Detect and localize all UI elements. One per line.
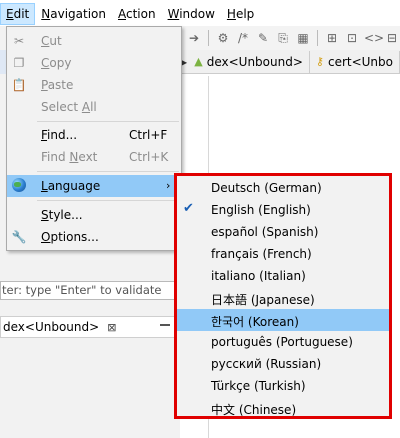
language-item-english[interactable]: ✔ English (English) (177, 199, 389, 221)
comment-icon[interactable]: /* (235, 30, 251, 46)
globe-icon (11, 178, 27, 194)
language-item-turkish[interactable]: Türkçe (Turkish) (177, 375, 389, 397)
forward-arrow-icon[interactable]: ➔ (186, 30, 202, 46)
code-icon[interactable]: <> (364, 30, 384, 46)
gears-icon[interactable]: ⚙ (215, 30, 231, 46)
language-item-label: 한국어 (Korean) (211, 315, 299, 329)
menu-help-mnemonic: H (226, 7, 236, 21)
chevron-right-icon: › (166, 179, 171, 192)
menu-separator (37, 121, 179, 122)
key-icon: ⚷ (315, 55, 324, 68)
language-item-spanish[interactable]: español (Spanish) (177, 221, 389, 243)
close-icon[interactable]: ⊠ (107, 321, 116, 334)
language-item-french[interactable]: français (French) (177, 243, 389, 265)
menu-action-label: ction (125, 7, 156, 21)
menu-item-copy[interactable]: ❐ Copy (7, 52, 181, 74)
language-item-korean[interactable]: 한국어 (Korean) (177, 309, 389, 331)
validate-hint-field[interactable]: ter: type "Enter" to validate (0, 281, 180, 300)
scissors-icon: ✂ (13, 34, 25, 48)
menu-item-select-all-label: Select All (41, 100, 97, 114)
menu-item-select-all[interactable]: Select All (7, 96, 181, 118)
tab-dex[interactable]: ▲ dex<Unbound> (188, 50, 310, 73)
language-item-label: français (French) (211, 247, 312, 261)
grid-icon[interactable]: ⊞ (324, 30, 340, 46)
menu-item-find-next[interactable]: Find Next Ctrl+K (7, 146, 181, 168)
menu-separator (37, 171, 179, 172)
menubar: Edit Navigation Action Window Help (0, 0, 400, 26)
minimize-icon[interactable] (160, 320, 170, 326)
menu-item-find-accel: Ctrl+F (129, 128, 168, 142)
menu-item-language[interactable]: Language › (7, 175, 181, 197)
menu-item-cut-label: Cut (41, 34, 62, 48)
checkmark-icon: ✔ (183, 201, 194, 216)
language-item-chinese[interactable]: 中文 (Chinese) (177, 397, 389, 419)
menu-window-label: indow (179, 7, 215, 21)
menu-navigation-mnemonic: N (41, 7, 51, 21)
menu-item-find-label: Find... (41, 128, 78, 142)
menu-separator (37, 200, 179, 201)
menu-edit-mnemonic: E (6, 7, 14, 21)
language-item-label: Deutsch (German) (211, 181, 322, 195)
copy-icon: ❐ (13, 56, 25, 70)
menu-edit[interactable]: Edit (0, 3, 36, 25)
menu-edit-label: dit (13, 7, 30, 21)
toolbar-separator (208, 30, 209, 46)
menu-window[interactable]: Window (162, 3, 221, 25)
menu-item-copy-label: Copy (41, 56, 72, 70)
menu-item-language-label: Language (41, 179, 101, 193)
menu-help-label: elp (235, 7, 255, 21)
language-item-german[interactable]: Deutsch (German) (177, 177, 389, 199)
menu-item-options-label: Options... (41, 230, 99, 244)
language-item-portuguese[interactable]: português (Portuguese) (177, 331, 389, 353)
menu-action-mnemonic: A (117, 7, 126, 21)
tab-dex-label: dex<Unbound> (206, 54, 303, 69)
menu-navigation-label: avigation (50, 7, 106, 21)
wrench-icon: 🔧 (11, 230, 27, 244)
language-item-label: 中文 (Chinese) (211, 403, 297, 417)
pencil-icon[interactable]: ✎ (255, 30, 271, 46)
menu-item-paste-label: Paste (41, 78, 74, 92)
graph-icon[interactable]: ▦ (295, 30, 311, 46)
language-item-label: italiano (Italian) (211, 269, 306, 283)
menu-item-find[interactable]: Find... Ctrl+F (7, 124, 181, 146)
menu-item-find-next-label: Find Next (41, 150, 98, 164)
toolbar-separator (317, 30, 318, 46)
language-item-label: português (Portuguese) (211, 335, 353, 349)
language-item-russian[interactable]: русский (Russian) (177, 353, 389, 375)
tree-icon[interactable]: ⊡ (344, 30, 360, 46)
language-item-label: русский (Russian) (211, 357, 322, 371)
edit-menu: ✂ Cut ❐ Copy 📋 Paste Select All Find... … (6, 26, 182, 251)
editor-tabs: ▸ ▲ dex<Unbound> ⚷ cert<Unbo (180, 50, 400, 74)
menu-item-style-label: Style... (41, 208, 83, 222)
menu-item-paste[interactable]: 📋 Paste (7, 74, 181, 96)
dex-view-tab[interactable]: dex<Unbound> ⊠ (0, 316, 176, 338)
menu-action[interactable]: Action (112, 3, 162, 25)
menu-item-options[interactable]: 🔧 Options... (7, 226, 181, 248)
menu-item-style[interactable]: Style... (7, 204, 181, 226)
tab-cert[interactable]: ⚷ cert<Unbo (310, 50, 400, 73)
tab-cert-label: cert<Unbo (327, 54, 393, 69)
language-item-label: English (English) (211, 203, 311, 217)
menu-navigation[interactable]: Navigation (35, 3, 112, 25)
language-item-italian[interactable]: italiano (Italian) (177, 265, 389, 287)
language-item-label: español (Spanish) (211, 225, 319, 239)
android-icon: ▲ (194, 55, 203, 68)
menu-help[interactable]: Help (221, 3, 260, 25)
rename-icon[interactable]: ⎘ (275, 30, 291, 46)
language-item-japanese[interactable]: 日本語 (Japanese) (177, 287, 389, 309)
menu-item-cut[interactable]: ✂ Cut (7, 30, 181, 52)
menu-item-find-next-accel: Ctrl+K (129, 150, 169, 164)
language-item-label: Türkçe (Turkish) (211, 379, 306, 393)
dex-view-tab-label: dex<Unbound> (3, 320, 100, 334)
menu-window-mnemonic: W (167, 7, 180, 21)
paste-icon: 📋 (11, 78, 27, 92)
main-toolbar: ➔ ⚙ /* ✎ ⎘ ▦ ⊞ ⊡ <> ⊟ (180, 26, 400, 50)
language-item-label: 日本語 (Japanese) (211, 293, 315, 307)
language-submenu: Deutsch (German) ✔ English (English) esp… (174, 173, 392, 419)
bytecode-icon[interactable]: ⊟ (384, 30, 400, 46)
